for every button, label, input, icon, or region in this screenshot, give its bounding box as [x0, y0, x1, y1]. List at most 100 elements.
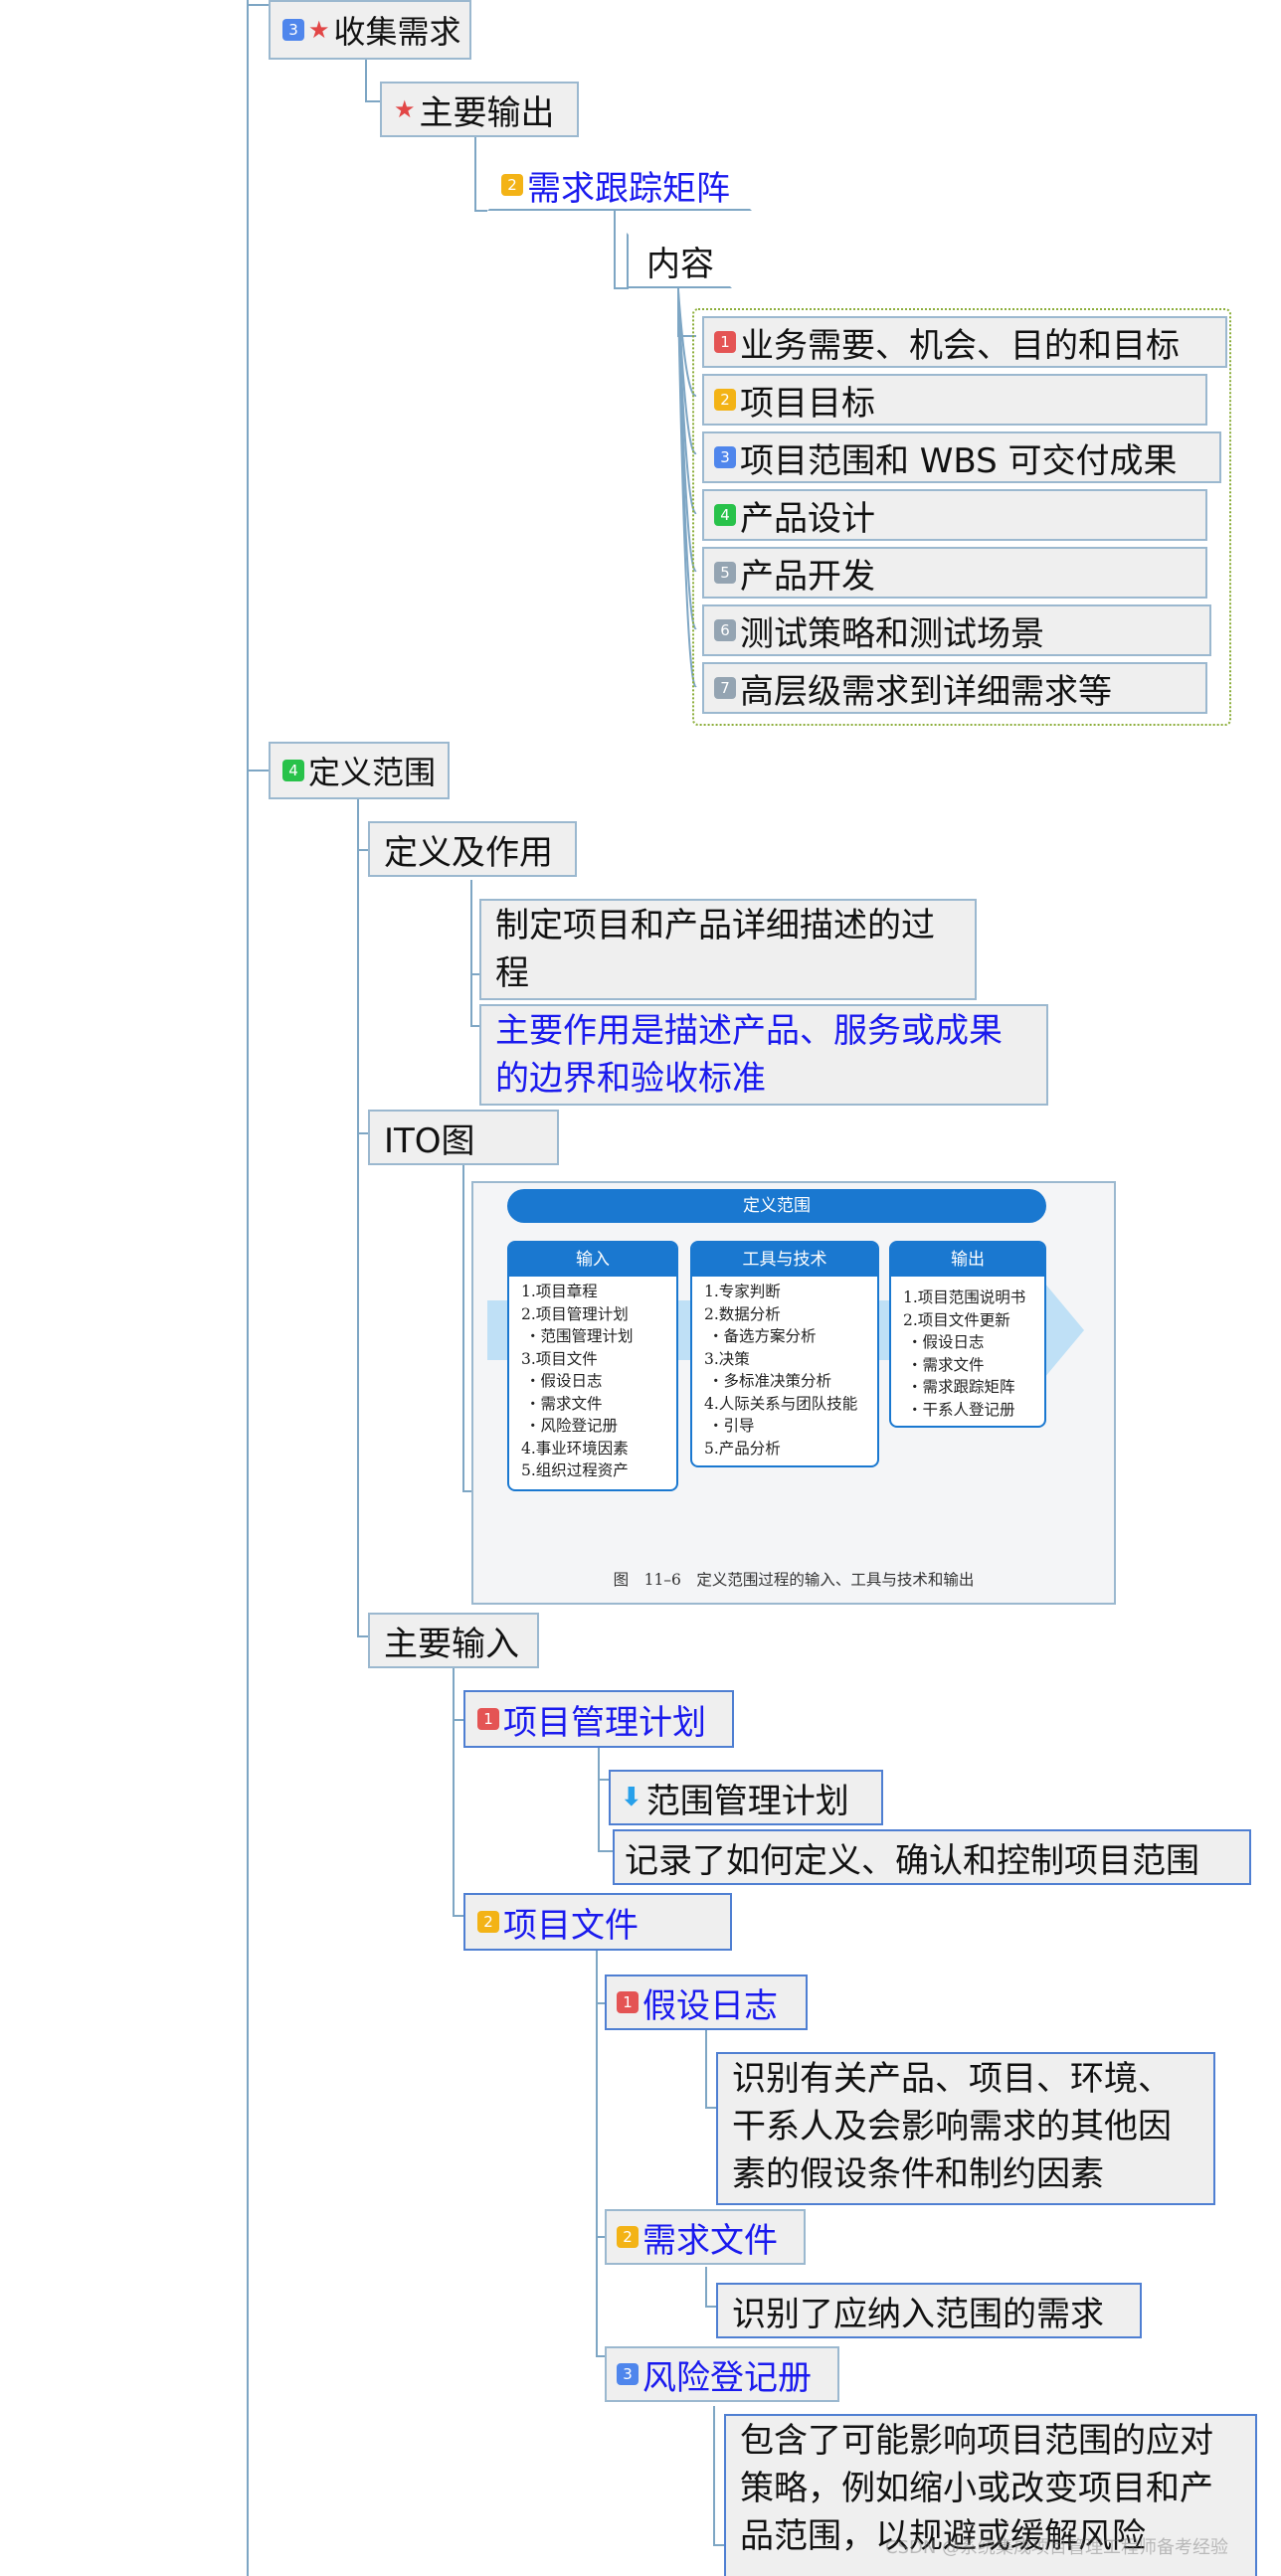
- ito-input-line: ・假设日志: [525, 1372, 603, 1390]
- item-label: 测试策略和测试场景: [740, 613, 1044, 654]
- ito-tool-line: 2.数据分析: [704, 1304, 781, 1323]
- topic-scope-mgmt-plan[interactable]: ⬇ 范围管理计划: [609, 1770, 883, 1825]
- topic-label: 范围管理计划: [645, 1781, 849, 1821]
- topic-label: 项目文件: [503, 1905, 639, 1946]
- ito-tool-line: 4.人际关系与团队技能: [704, 1394, 858, 1413]
- topic-risk-register[interactable]: 3 风险登记册: [605, 2346, 839, 2402]
- ito-tool-line: ・引导: [708, 1417, 755, 1435]
- ito-tool-line: 1.专家判断: [704, 1283, 781, 1300]
- ito-input-line: ・风险登记册: [525, 1417, 619, 1435]
- watermark: CSDN @系统集成项目管理工程师备考经验: [885, 2537, 1229, 2558]
- ito-input-line: 2.项目管理计划: [521, 1304, 629, 1323]
- ito-output-line: ・需求跟踪矩阵: [907, 1378, 1015, 1396]
- rtm-item-6[interactable]: 6 测试策略和测试场景: [702, 604, 1211, 656]
- note-label: 识别有关产品、项目、环境、干系人及会影响需求的其他因素的假设条件和制约因素: [732, 2059, 1172, 2194]
- ito-input-line: 1.项目章程: [521, 1283, 598, 1300]
- rtm-item-4[interactable]: 4 产品设计: [702, 489, 1207, 541]
- priority-1-icon: 1: [477, 1708, 499, 1730]
- ito-figure: 定义范围 输入 1.项目章程 2.项目管理计划 ・范围管理计划 3.项目文件 ・…: [471, 1181, 1116, 1605]
- topic-label: 项目管理计划: [503, 1702, 706, 1743]
- topic-label: 收集需求: [333, 13, 461, 51]
- priority-1-icon: 1: [617, 1991, 639, 2013]
- priority-2-icon: 2: [501, 174, 523, 196]
- note-label: 记录了如何定义、确认和控制项目范围: [625, 1840, 1199, 1881]
- topic-pm-plan[interactable]: 1 项目管理计划: [463, 1690, 734, 1748]
- topic-definition-role[interactable]: 定义及作用: [368, 821, 577, 877]
- ito-output-line: ・需求文件: [907, 1355, 985, 1374]
- star-icon: ★: [308, 16, 330, 44]
- ito-title: 定义范围: [507, 1189, 1046, 1223]
- ito-input-line: 5.组织过程资产: [521, 1461, 629, 1479]
- ito-tool-line: ・多标准决策分析: [708, 1372, 832, 1390]
- ito-input-line: 4.事业环境因素: [521, 1439, 629, 1458]
- ito-tool-line: 5.产品分析: [704, 1439, 781, 1458]
- ito-output-line: ・干系人登记册: [907, 1400, 1015, 1419]
- item-label: 项目目标: [740, 383, 875, 424]
- priority-5-icon: 5: [714, 562, 736, 584]
- definition-label: 制定项目和产品详细描述的过程: [495, 906, 935, 993]
- ito-output-line: ・假设日志: [907, 1333, 985, 1351]
- arrow-down-icon: ⬇: [621, 1783, 642, 1812]
- topic-content[interactable]: 内容: [627, 233, 732, 288]
- topic-label: 需求跟踪矩阵: [527, 168, 730, 209]
- priority-3-icon: 3: [617, 2363, 639, 2385]
- ito-tool-line: ・备选方案分析: [708, 1327, 817, 1345]
- role-text[interactable]: 主要作用是描述产品、服务或成果的边界和验收标准: [479, 1004, 1048, 1106]
- priority-3-icon: 3: [714, 446, 736, 468]
- rtm-item-7[interactable]: 7 高层级需求到详细需求等: [702, 662, 1207, 714]
- rtm-item-1[interactable]: 1 业务需要、机会、目的和目标: [702, 316, 1227, 368]
- priority-7-icon: 7: [714, 677, 736, 699]
- ito-output-line: 1.项目范围说明书: [903, 1288, 1026, 1306]
- topic-requirements-docs[interactable]: 2 需求文件: [605, 2209, 806, 2265]
- topic-assumption-log[interactable]: 1 假设日志: [605, 1975, 808, 2030]
- priority-6-icon: 6: [714, 619, 736, 641]
- topic-label: 定义范围: [308, 754, 437, 791]
- priority-1-icon: 1: [714, 331, 736, 353]
- priority-4-icon: 4: [714, 504, 736, 526]
- star-icon: ★: [394, 95, 416, 123]
- topic-label: ITO图: [384, 1120, 475, 1161]
- topic-project-docs[interactable]: 2 项目文件: [463, 1893, 732, 1951]
- item-label: 产品开发: [740, 556, 875, 597]
- topic-label: 内容: [646, 244, 714, 284]
- priority-2-icon: 2: [617, 2226, 639, 2248]
- topic-collect-requirements[interactable]: 3 ★ 收集需求: [269, 0, 471, 60]
- assumption-log-note[interactable]: 识别有关产品、项目、环境、干系人及会影响需求的其他因素的假设条件和制约因素: [716, 2052, 1215, 2205]
- ito-outputs-title: 输出: [891, 1243, 1044, 1277]
- rtm-item-5[interactable]: 5 产品开发: [702, 547, 1207, 599]
- item-label: 高层级需求到详细需求等: [740, 671, 1112, 712]
- ito-outputs-box: 输出 1.项目范围说明书 2.项目文件更新 ・假设日志 ・需求文件 ・需求跟踪矩…: [889, 1241, 1046, 1428]
- item-label: 项目范围和 WBS 可交付成果: [740, 440, 1178, 481]
- definition-text[interactable]: 制定项目和产品详细描述的过程: [479, 899, 977, 1000]
- item-label: 业务需要、机会、目的和目标: [740, 325, 1180, 366]
- topic-rtm[interactable]: 2 需求跟踪矩阵: [487, 159, 752, 211]
- ito-inputs-box: 输入 1.项目章程 2.项目管理计划 ・范围管理计划 3.项目文件 ・假设日志 …: [507, 1241, 678, 1491]
- ito-tools-box: 工具与技术 1.专家判断 2.数据分析 ・备选方案分析 3.决策 ・多标准决策分…: [690, 1241, 879, 1467]
- ito-caption: 图 11–6 定义范围过程的输入、工具与技术和输出: [613, 1571, 975, 1589]
- topic-label: 假设日志: [642, 1985, 778, 2026]
- ito-tool-line: 3.决策: [704, 1349, 750, 1368]
- ito-input-line: 3.项目文件: [521, 1349, 598, 1368]
- topic-label: 需求文件: [642, 2220, 778, 2261]
- topic-label: 主要输入: [384, 1624, 519, 1664]
- topic-main-inputs[interactable]: 主要输入: [368, 1613, 539, 1668]
- priority-2-icon: 2: [714, 389, 736, 411]
- ito-tools-title: 工具与技术: [692, 1243, 877, 1277]
- scope-mgmt-plan-note[interactable]: 记录了如何定义、确认和控制项目范围: [613, 1829, 1251, 1885]
- topic-main-outputs[interactable]: ★ 主要输出: [380, 82, 579, 137]
- topic-label: 主要输出: [419, 92, 555, 133]
- ito-output-line: 2.项目文件更新: [903, 1310, 1010, 1329]
- requirements-docs-note[interactable]: 识别了应纳入范围的需求: [716, 2283, 1142, 2338]
- role-label: 主要作用是描述产品、服务或成果的边界和验收标准: [495, 1011, 1003, 1099]
- rtm-item-3[interactable]: 3 项目范围和 WBS 可交付成果: [702, 431, 1221, 483]
- rtm-item-2[interactable]: 2 项目目标: [702, 374, 1207, 426]
- ito-input-line: ・需求文件: [525, 1394, 603, 1413]
- topic-label: 风险登记册: [642, 2357, 812, 2398]
- priority-4-icon: 4: [282, 760, 304, 781]
- topic-define-scope[interactable]: 4 定义范围: [269, 742, 450, 799]
- priority-2-icon: 2: [477, 1911, 499, 1933]
- topic-ito[interactable]: ITO图: [368, 1110, 559, 1165]
- ito-input-line: ・范围管理计划: [525, 1327, 634, 1345]
- item-label: 产品设计: [740, 498, 875, 539]
- note-label: 识别了应纳入范围的需求: [732, 2294, 1104, 2334]
